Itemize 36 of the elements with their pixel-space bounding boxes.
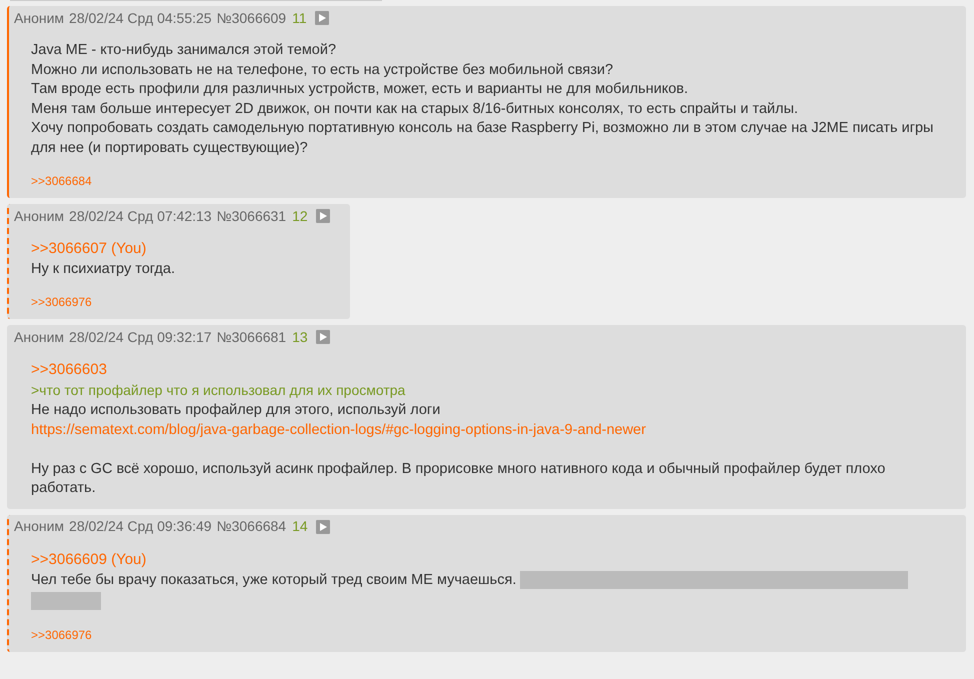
post-number[interactable]: №3066631 [216,206,286,226]
author-name: Аноним [14,206,64,226]
author-name: Аноним [14,328,64,346]
play-icon[interactable] [316,330,330,344]
body-text: Меня там больше интересует 2D движок, он почти как на старых 8/16-битных консолях, то есть спрайты и тайлы. [31,100,798,116]
post-date: 28/02/24 Срд 09:32:17 [69,328,212,347]
play-icon[interactable] [316,209,330,223]
reply-link[interactable]: >>3066976 [31,293,92,311]
body-text: Можно ли использовать не на телефоне, то есть на устройстве без мобильной связи? [31,62,614,78]
body-text: Ну к психиатру тогда. [31,260,175,276]
post-date: 28/02/24 Срд 09:36:49 [69,517,212,536]
reply-link[interactable]: >>3066603 [31,361,107,378]
post-date: 28/02/24 Срд 07:42:13 [69,206,212,226]
reply-link[interactable]: >>3066607 (You) [31,240,146,257]
play-icon[interactable] [316,520,330,534]
play-icon[interactable] [314,11,329,25]
body-text: Ну раз с GC всё хорошо, используй асинк профайлер. В прорисовке много нативного кода и обычный профайлер будет плохо работать. [31,460,886,496]
post-index: 11 [292,8,307,28]
author-name: Аноним [14,517,64,536]
reply-link[interactable]: >>3066609 (You) [31,550,146,568]
body-text: Хочу попробовать создать самодельную портативную консоль на базе Raspberry Pi, возможно ли в этом случае на J2ME писать игры для нее (и портировать существующие)? [31,120,934,156]
body-text: Не надо использовать профайлер для этого, используй логи https://sematext.com/blog/java-garbage-collection-logs/#gc-logging-options-in-java-9-and-newer [31,402,646,438]
quote-text: >что тот профайлер что я использовал для их просмотра [31,382,406,398]
post-index: 12 [292,206,308,226]
link[interactable]: https://sematext.com/blog/java-garbage-collection-logs/#gc-logging-options-in-java-9-and-newer [31,422,646,438]
post-date: 28/02/24 Срд 04:55:25 [69,8,212,28]
reply-link[interactable]: >>3066684 [31,172,92,190]
post-number[interactable]: №3066681 [216,326,286,348]
post-index: 13 [292,328,308,346]
body-text: Java ME - кто-нибудь занимался этой темой? [31,42,336,58]
post-index: 14 [292,517,308,536]
post-number[interactable]: №3066609 [216,8,286,28]
post-number[interactable]: №3066684 [216,516,286,537]
body-text: Там вроде есть профили для различных устройств, может, есть и варианты не для мобильников. [31,81,688,97]
author-name: Аноним [14,8,64,28]
reply-link[interactable]: >>3066976 [31,626,92,644]
